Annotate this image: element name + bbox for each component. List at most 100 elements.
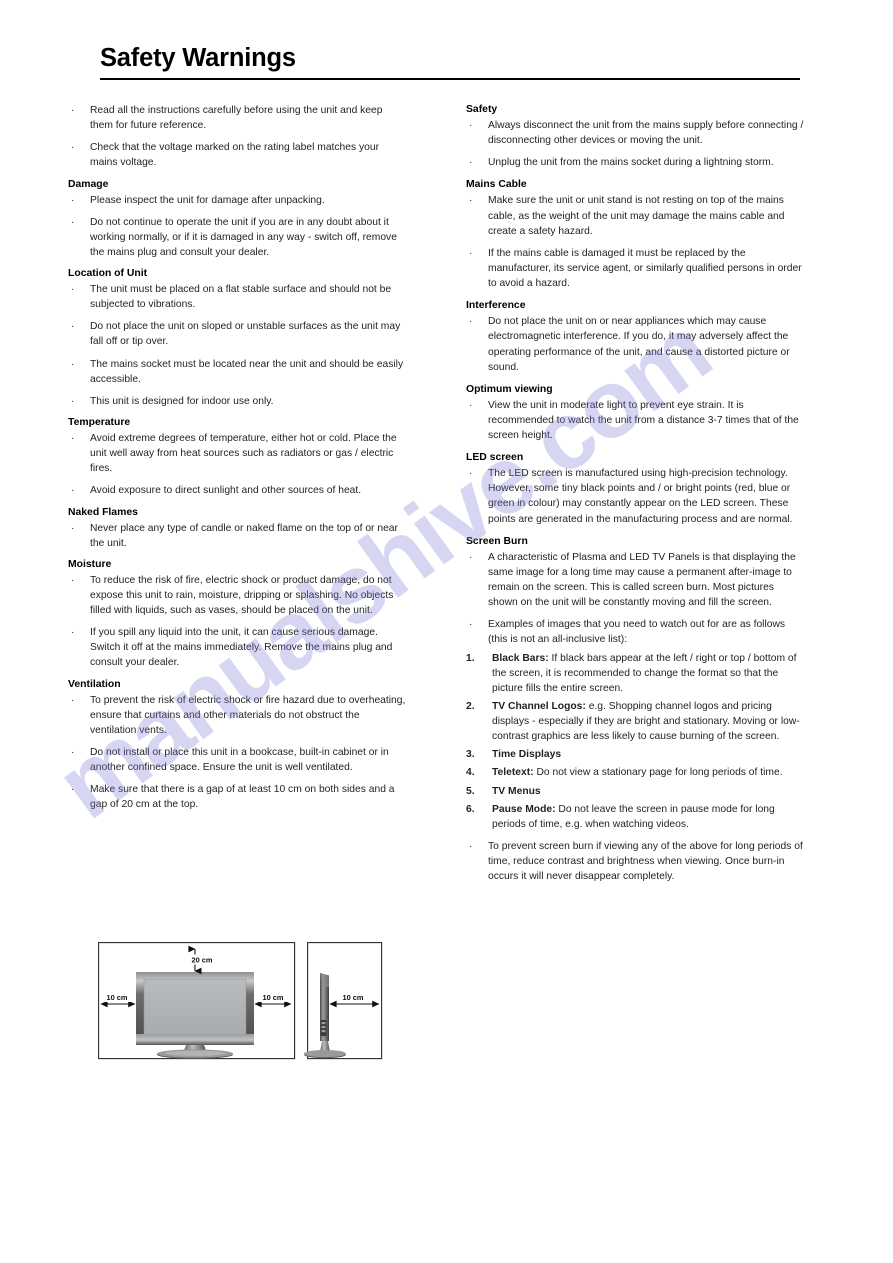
list-item-text: Make sure the unit or unit stand is not … — [488, 195, 785, 237]
bullet-icon: · — [71, 321, 75, 333]
list-item-text: To prevent screen burn if viewing any of… — [488, 840, 803, 883]
list-item-text: Avoid extreme degrees of temperature, ei… — [90, 433, 397, 475]
list-item-text: A characteristic of Plasma and LED TV Pa… — [488, 551, 796, 609]
tv-clearance-diagram: 20 cm 10 cm 10 cm 10 cm — [98, 942, 383, 1060]
bullet-icon: · — [469, 195, 473, 207]
numbered-list-item: 6. Pause Mode: Do not leave the screen in… — [466, 802, 806, 832]
list-item: · The mains socket must be located near t… — [68, 357, 408, 387]
numbered-list-item: 2. TV Channel Logos: e.g. Shopping channe… — [466, 699, 806, 744]
list-item-text: Examples of images that you need to watc… — [488, 619, 786, 646]
list-item-text: The unit must be placed on a flat stable… — [90, 284, 392, 311]
list-item-label: TV Menus — [492, 785, 541, 797]
list-number: 1. — [466, 652, 475, 664]
list-item-text: Do not place the unit on sloped or unsta… — [90, 321, 401, 348]
intro-bullet-list: · Read all the instructions carefully be… — [68, 103, 408, 171]
list-item-text: Do not install or place this unit in a b… — [90, 747, 389, 774]
list-number: 5. — [466, 785, 475, 797]
list-item: · Never place any type of candle or naked… — [68, 521, 408, 551]
header-divider — [100, 78, 800, 81]
bullet-icon: · — [71, 395, 75, 407]
list-item: · Always disconnect the unit from the mai… — [466, 118, 806, 148]
section-heading-naked-flames: Naked Flames — [68, 506, 138, 518]
list-item: · Do not continue to operate the unit if … — [68, 215, 408, 260]
list-item: · Do not install or place this unit in a … — [68, 745, 408, 775]
list-number: 4. — [466, 767, 475, 779]
bullet-icon: · — [469, 399, 473, 411]
bullet-icon: · — [469, 120, 473, 132]
section-heading-interference: Interference — [466, 300, 526, 312]
section-heading-moisture: Moisture — [68, 558, 112, 570]
list-item-label: Pause Mode: — [492, 803, 556, 815]
bullet-icon: · — [469, 157, 473, 169]
dimension-label-right: 10 cm — [263, 993, 284, 1002]
section-heading-optimum-viewing: Optimum viewing — [466, 383, 553, 395]
list-item: · The LED screen is manufactured using hi… — [466, 466, 806, 527]
left-column: · Read all the instructions carefully be… — [68, 103, 408, 820]
list-item-text: Please inspect the unit for damage after… — [90, 194, 325, 206]
section-heading-safety: Safety — [466, 104, 498, 115]
bullet-icon: · — [71, 627, 75, 639]
list-item: · Examples of images that you need to wat… — [466, 617, 806, 647]
section-heading-ventilation: Ventilation — [68, 678, 121, 690]
list-item: · To prevent screen burn if viewing any o… — [466, 839, 806, 884]
bullet-icon: · — [469, 551, 473, 563]
numbered-list-item: 1. Black Bars: If black bars appear at th… — [466, 651, 806, 696]
list-item: · To prevent the risk of electric shock o… — [68, 693, 408, 738]
list-item: · Avoid exposure to direct sunlight and o… — [68, 483, 408, 498]
bullet-icon: · — [71, 216, 75, 228]
section-list-naked-flames: · Never place any type of candle or naked… — [68, 521, 408, 551]
section-heading-damage: Damage — [68, 178, 109, 190]
bullet-icon: · — [71, 522, 75, 534]
section-list-led-screen: · The LED screen is manufactured using hi… — [466, 466, 806, 527]
bullet-icon: · — [71, 142, 75, 154]
screen-burn-numbered-list: 1. Black Bars: If black bars appear at th… — [466, 651, 806, 832]
section-list-optimum-viewing: · View the unit in moderate light to prev… — [466, 398, 806, 443]
numbered-list-item: 5. TV Menus — [466, 784, 806, 799]
list-item: · Unplug the unit from the mains socket d… — [466, 155, 806, 170]
section-list-ventilation: · To prevent the risk of electric shock o… — [68, 693, 408, 813]
section-list-safety: · Always disconnect the unit from the mai… — [466, 118, 806, 170]
section-heading-screen-burn: Screen Burn — [466, 535, 528, 547]
list-item-text: Do not place the unit on or near applian… — [488, 316, 790, 373]
bullet-icon: · — [71, 284, 75, 296]
list-item-text: Do not continue to operate the unit if y… — [90, 216, 397, 258]
section-heading-temperature: Temperature — [68, 416, 131, 428]
section-heading-location-of-unit: Location of Unit — [68, 268, 148, 280]
list-number: 3. — [466, 749, 475, 761]
list-item: · View the unit in moderate light to prev… — [466, 398, 806, 443]
section-list-location-of-unit: · The unit must be placed on a flat stabl… — [68, 282, 408, 409]
bullet-icon: · — [71, 747, 75, 759]
numbered-list-item: 4. Teletext: Do not view a stationary pag… — [466, 765, 806, 780]
numbered-list-item: 3. Time Displays — [466, 747, 806, 762]
bullet-icon: · — [71, 105, 75, 116]
list-item-text: Read all the instructions carefully befo… — [90, 105, 383, 132]
list-item: · Check that the voltage marked on the r… — [68, 140, 408, 170]
bullet-icon: · — [71, 433, 75, 445]
section-list-mains-cable: · Make sure the unit or unit stand is not… — [466, 193, 806, 291]
page-title: Safety Warnings — [100, 44, 296, 72]
list-item-text: The LED screen is manufactured using hig… — [488, 468, 793, 525]
list-item-text: Never place any type of candle or naked … — [90, 522, 398, 549]
list-item-text: Make sure that there is a gap of at leas… — [90, 784, 395, 811]
list-item: · Make sure the unit or unit stand is not… — [466, 193, 806, 238]
section-list-damage: · Please inspect the unit for damage afte… — [68, 193, 408, 261]
list-item: · If you spill any liquid into the unit, … — [68, 625, 408, 670]
list-item-text: If the mains cable is damaged it must be… — [488, 247, 802, 290]
screen-burn-closing-list: · To prevent screen burn if viewing any o… — [466, 839, 806, 884]
bullet-icon: · — [469, 316, 473, 328]
list-item-text: Do not view a stationary page for long p… — [533, 767, 783, 779]
list-item: · To reduce the risk of fire, electric sh… — [68, 573, 408, 618]
dimension-label-left: 10 cm — [107, 993, 128, 1002]
list-item-text: Always disconnect the unit from the main… — [488, 120, 804, 147]
section-heading-mains-cable: Mains Cable — [466, 179, 527, 191]
list-item: · The unit must be placed on a flat stabl… — [68, 282, 408, 312]
bullet-icon: · — [71, 694, 75, 706]
list-item-text: Unplug the unit from the mains socket du… — [488, 157, 774, 169]
bullet-icon: · — [469, 619, 473, 631]
bullet-icon: · — [71, 784, 75, 796]
list-item: · Make sure that there is a gap of at lea… — [68, 782, 408, 812]
list-item-label: Teletext: — [492, 767, 534, 779]
section-list-temperature: · Avoid extreme degrees of temperature, e… — [68, 431, 408, 499]
section-heading-led-screen: LED screen — [466, 452, 524, 464]
dimension-label-top: 20 cm — [192, 956, 213, 965]
